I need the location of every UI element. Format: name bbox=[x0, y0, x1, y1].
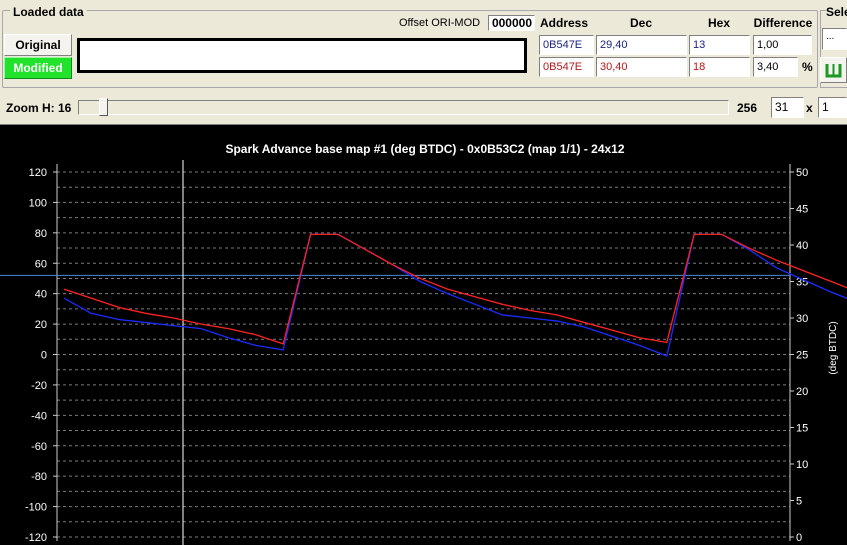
zoom-label: Zoom H: 16 bbox=[6, 101, 72, 115]
left-tick-label: -100 bbox=[25, 502, 47, 514]
hex-column-header: Hex bbox=[707, 16, 730, 30]
left-y-axis: 120 100 80 60 40 20 0 -20 -40 -60 -80 -100 -120 bbox=[25, 164, 58, 544]
right-tick-label: 0 bbox=[796, 532, 802, 544]
modified-address-field[interactable]: 0B547E bbox=[539, 57, 594, 77]
address-column-header: Address bbox=[540, 16, 589, 30]
right-tick-label: 20 bbox=[796, 386, 808, 398]
left-tick-label: 100 bbox=[29, 197, 47, 209]
modified-difference-field[interactable]: 3,40 bbox=[753, 57, 798, 77]
zoom-slider-track[interactable] bbox=[78, 100, 729, 115]
zoom-times-label: x bbox=[806, 101, 813, 115]
percent-unit-label: % bbox=[802, 60, 813, 74]
left-tick-label: -20 bbox=[31, 380, 47, 392]
left-tick-label: -80 bbox=[31, 471, 47, 483]
series-lines bbox=[63, 233, 847, 357]
data-preview-box bbox=[77, 38, 527, 73]
dec-column-header: Dec bbox=[629, 16, 652, 30]
original-hex-field[interactable]: 13 bbox=[689, 35, 750, 55]
zoom-max-label: 256 bbox=[737, 101, 758, 115]
original-difference-field[interactable]: 1,00 bbox=[753, 35, 812, 55]
difference-column-header: Difference bbox=[753, 16, 813, 30]
series-line-original bbox=[63, 233, 847, 357]
left-tick-label: -40 bbox=[31, 410, 47, 422]
original-button[interactable]: Original bbox=[4, 34, 72, 56]
line-chart[interactable]: Spark Advance base map #1 (deg BTDC) - 0… bbox=[0, 124, 847, 545]
left-tick-label: 60 bbox=[35, 258, 47, 270]
left-tick-label: 20 bbox=[35, 319, 47, 331]
right-tick-label: 30 bbox=[796, 313, 808, 325]
right-tick-label: 45 bbox=[796, 204, 808, 216]
left-tick-label: -120 bbox=[25, 532, 47, 544]
modified-dec-field[interactable]: 30,40 bbox=[596, 57, 687, 77]
right-tick-label: 10 bbox=[796, 459, 808, 471]
select-field[interactable]: ... bbox=[822, 28, 847, 50]
zoom-multiplier-input[interactable]: 1 bbox=[818, 97, 847, 118]
select-title: Sele bbox=[826, 5, 847, 19]
right-tick-label: 25 bbox=[796, 350, 808, 362]
right-tick-label: 15 bbox=[796, 423, 808, 435]
left-tick-label: 40 bbox=[35, 289, 47, 301]
right-tick-label: 5 bbox=[796, 496, 802, 508]
left-tick-label: -60 bbox=[31, 441, 47, 453]
right-axis-label: (deg BTDC) bbox=[828, 321, 839, 374]
left-tick-label: 0 bbox=[41, 350, 47, 362]
original-address-field[interactable]: 0B547E bbox=[539, 35, 594, 55]
zoom-value-input[interactable]: 31 bbox=[771, 97, 804, 118]
left-tick-label: 80 bbox=[35, 228, 47, 240]
loaded-data-panel: Loaded data Sele Original Modified Offse… bbox=[0, 0, 847, 90]
offset-value-field[interactable]: 000000 bbox=[488, 15, 535, 31]
left-tick-label: 120 bbox=[29, 167, 47, 179]
select-apply-button[interactable] bbox=[820, 57, 847, 83]
offset-label: Offset ORI-MOD bbox=[399, 17, 481, 29]
original-dec-field[interactable]: 29,40 bbox=[596, 35, 687, 55]
loaded-data-title: Loaded data bbox=[10, 5, 87, 19]
modified-button[interactable]: Modified bbox=[4, 57, 72, 79]
modified-hex-field[interactable]: 18 bbox=[689, 57, 750, 77]
series-line-modified bbox=[63, 233, 847, 345]
right-tick-label: 35 bbox=[796, 277, 808, 289]
right-tick-label: 50 bbox=[796, 167, 808, 179]
green-bracket-icon bbox=[825, 64, 842, 78]
chart-title: Spark Advance base map #1 (deg BTDC) - 0… bbox=[225, 142, 624, 156]
right-y-axis: 50454035302520151050 bbox=[789, 164, 808, 544]
zoom-slider-thumb[interactable] bbox=[99, 98, 109, 116]
grid-lines bbox=[57, 171, 790, 538]
right-tick-label: 40 bbox=[796, 240, 808, 252]
